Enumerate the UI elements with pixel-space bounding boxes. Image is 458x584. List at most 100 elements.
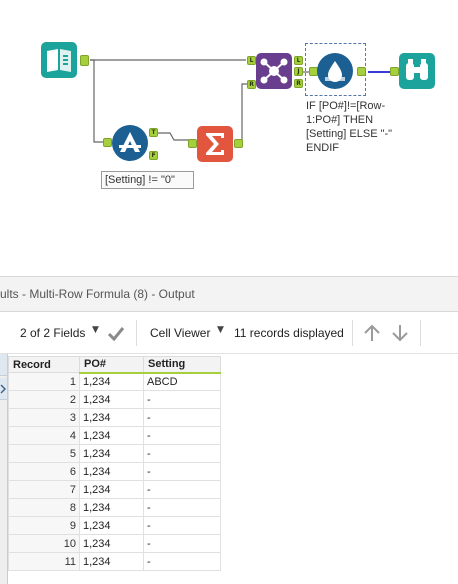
table-row[interactable]: 3 1,234-: [8, 408, 221, 427]
cell-viewer-selector[interactable]: Cell Viewer: [150, 326, 210, 340]
toolbar-divider: [420, 320, 421, 346]
multirow-annotation-line: [Setting] ELSE "-": [306, 128, 393, 140]
record-number: 10: [8, 534, 80, 553]
input-data-tool[interactable]: [41, 42, 77, 78]
wire-input-to-filter: [90, 59, 104, 143]
po-cell[interactable]: 1,234: [79, 426, 144, 445]
summarize-input-anchor[interactable]: [188, 139, 197, 148]
po-cell[interactable]: 1,234: [79, 372, 144, 391]
po-cell[interactable]: 1,234: [79, 516, 144, 535]
checkmark-icon[interactable]: [106, 322, 126, 344]
po-cell[interactable]: 1,234: [79, 498, 144, 517]
multirow-annotation-line: IF [PO#]!=[Row-: [306, 100, 386, 112]
rail-tab[interactable]: [0, 378, 7, 400]
setting-cell[interactable]: -: [143, 426, 221, 445]
chevron-down-icon[interactable]: ▼: [92, 325, 99, 335]
summarize-output-anchor[interactable]: [234, 139, 243, 148]
wire-filter-to-summarize: [158, 132, 190, 141]
summarize-tool[interactable]: [197, 126, 233, 162]
results-grid: Record PO# Setting 1 1,234 ABCD 2 1,234- 31…: [8, 356, 221, 571]
table-row[interactable]: 8 1,234-: [8, 498, 221, 517]
join-left-anchor[interactable]: L: [247, 56, 256, 65]
table-row[interactable]: 4 1,234-: [8, 426, 221, 445]
sigma-icon: [206, 133, 224, 155]
toolbar-divider: [136, 320, 137, 346]
po-cell[interactable]: 1,234: [79, 390, 144, 409]
join-tool[interactable]: [256, 53, 292, 89]
book-icon: [47, 49, 71, 72]
filter-input-anchor[interactable]: [103, 138, 112, 147]
setting-cell[interactable]: -: [143, 516, 221, 535]
record-number: 3: [8, 408, 80, 427]
po-cell[interactable]: 1,234: [79, 408, 144, 427]
table-row[interactable]: 6 1,234-: [8, 462, 221, 481]
join-right-output-anchor[interactable]: R: [294, 79, 303, 88]
record-number: 2: [8, 390, 80, 409]
table-row[interactable]: 5 1,234-: [8, 444, 221, 463]
filter-false-anchor[interactable]: F: [149, 151, 158, 160]
table-row[interactable]: 7 1,234-: [8, 480, 221, 499]
setting-cell[interactable]: -: [143, 390, 221, 409]
results-side-rail: [0, 354, 8, 584]
setting-column-header[interactable]: Setting: [143, 356, 221, 374]
browse-input-anchor[interactable]: [390, 67, 399, 76]
results-toolbar: 2 of 2 Fields ▼ Cell Viewer ▼ 11 records…: [0, 312, 458, 354]
record-number: 11: [8, 552, 80, 571]
chevron-down-icon[interactable]: ▼: [217, 325, 224, 335]
browse-tool[interactable]: [399, 53, 435, 89]
arrow-up-icon[interactable]: [362, 322, 382, 344]
po-cell[interactable]: 1,234: [79, 444, 144, 463]
multirow-annotation-line: ENDIF: [306, 142, 339, 154]
records-count: 11 records displayed: [234, 326, 344, 340]
multirow-annotation-line: 1:PO#] THEN: [306, 114, 374, 126]
po-cell[interactable]: 1,234: [79, 480, 144, 499]
chevron-right-icon: [0, 384, 6, 394]
workflow-canvas[interactable]: T F [Setting] != "0" L R L J R IF [PO#]!…: [0, 0, 458, 272]
po-cell[interactable]: 1,234: [79, 534, 144, 553]
table-row[interactable]: 11 1,234-: [8, 552, 221, 571]
results-window: ults - Multi-Row Formula (8) - Output 2 …: [0, 276, 458, 584]
setting-cell[interactable]: -: [143, 480, 221, 499]
setting-cell[interactable]: -: [143, 408, 221, 427]
table-row[interactable]: 1 1,234 ABCD: [8, 372, 221, 391]
join-right-anchor[interactable]: R: [247, 80, 256, 89]
record-number: 4: [8, 426, 80, 445]
rail-tab[interactable]: [0, 354, 7, 376]
filter-true-anchor[interactable]: T: [149, 128, 158, 137]
binoculars-icon: [406, 59, 428, 80]
table-row[interactable]: 9 1,234-: [8, 516, 221, 535]
setting-cell[interactable]: -: [143, 498, 221, 517]
arrow-down-icon[interactable]: [390, 322, 410, 344]
grid-header-row: Record PO# Setting: [8, 356, 221, 374]
record-number: 1: [8, 372, 80, 391]
filter-annotation: [Setting] != "0": [101, 171, 194, 189]
setting-cell[interactable]: -: [143, 444, 221, 463]
record-number: 5: [8, 444, 80, 463]
results-title: ults - Multi-Row Formula (8) - Output: [0, 287, 195, 301]
join-left-output-anchor[interactable]: L: [294, 56, 303, 65]
record-number: 6: [8, 462, 80, 481]
table-row[interactable]: 10 1,234-: [8, 534, 221, 553]
record-number: 7: [8, 480, 80, 499]
setting-cell[interactable]: -: [143, 534, 221, 553]
record-column-header[interactable]: Record: [8, 356, 80, 373]
filter-icon: [119, 132, 141, 152]
input-output-anchor[interactable]: [80, 55, 89, 66]
join-icon: [260, 58, 288, 84]
fields-selector[interactable]: 2 of 2 Fields: [20, 326, 85, 340]
join-join-output-anchor[interactable]: J: [294, 67, 303, 76]
multirow-formula-tool[interactable]: [317, 53, 353, 89]
toolbar-divider: [352, 320, 353, 346]
po-cell[interactable]: 1,234: [79, 462, 144, 481]
po-cell[interactable]: 1,234: [79, 552, 144, 571]
filter-tool[interactable]: [112, 125, 148, 161]
setting-cell[interactable]: -: [143, 552, 221, 571]
multirow-output-anchor[interactable]: [357, 67, 366, 76]
setting-cell[interactable]: -: [143, 462, 221, 481]
record-number: 9: [8, 516, 80, 535]
po-column-header[interactable]: PO#: [79, 356, 144, 374]
table-row[interactable]: 2 1,234-: [8, 390, 221, 409]
setting-cell[interactable]: ABCD: [143, 372, 221, 391]
water-drop-icon: [325, 61, 345, 82]
record-number: 8: [8, 498, 80, 517]
